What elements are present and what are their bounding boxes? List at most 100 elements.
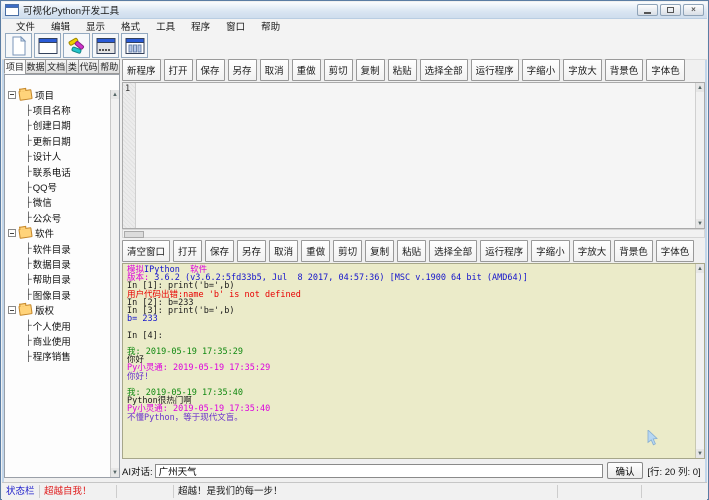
font-color-button[interactable]: 字体色 bbox=[646, 59, 685, 81]
tab-data[interactable]: 数据 bbox=[25, 59, 46, 74]
new-file-tool-button[interactable] bbox=[5, 33, 32, 58]
scroll-up-icon[interactable]: ▲ bbox=[111, 90, 119, 99]
ipython-console[interactable]: 模拟IPython 软件版本: 3.6.2 (v3.6.2:5fd33b5, J… bbox=[122, 263, 705, 459]
undo-button[interactable]: 取消 bbox=[260, 59, 289, 81]
markers-tool-button[interactable] bbox=[63, 33, 90, 58]
collapse-icon[interactable] bbox=[8, 229, 16, 237]
tree-item[interactable]: 联系电话 bbox=[8, 164, 109, 179]
minimize-button[interactable] bbox=[637, 4, 658, 16]
clear-window-button[interactable]: 清空窗口 bbox=[122, 240, 170, 262]
editor-hscrollbar[interactable] bbox=[122, 229, 705, 238]
hscroll-thumb[interactable] bbox=[124, 231, 144, 238]
copy-button[interactable]: 复制 bbox=[365, 240, 394, 262]
table-window-tool-button[interactable] bbox=[121, 33, 148, 58]
menu-help[interactable]: 帮助 bbox=[253, 19, 288, 33]
redo-button[interactable]: 重做 bbox=[292, 59, 321, 81]
scroll-down-icon[interactable]: ▼ bbox=[696, 449, 704, 458]
tree-item[interactable]: 商业使用 bbox=[8, 333, 109, 348]
undo-button[interactable]: 取消 bbox=[269, 240, 298, 262]
tree-scrollbar[interactable]: ▲ ▼ bbox=[110, 90, 119, 477]
menu-file[interactable]: 文件 bbox=[8, 19, 43, 33]
tree-item[interactable]: 项目名称 bbox=[8, 102, 109, 117]
tree-item[interactable]: 公众号 bbox=[8, 210, 109, 225]
menu-view[interactable]: 显示 bbox=[78, 19, 113, 33]
menu-program[interactable]: 程序 bbox=[183, 19, 218, 33]
menu-window[interactable]: 窗口 bbox=[218, 19, 253, 33]
scroll-up-icon[interactable]: ▲ bbox=[696, 83, 704, 92]
tree-item[interactable]: 个人使用 bbox=[8, 318, 109, 333]
title-bar[interactable]: 可视化Python开发工具 × bbox=[2, 2, 707, 19]
background-color-button[interactable]: 背景色 bbox=[614, 240, 653, 262]
redo-button[interactable]: 重做 bbox=[301, 240, 330, 262]
menu-tools[interactable]: 工具 bbox=[148, 19, 183, 33]
ai-dialog-input[interactable] bbox=[155, 464, 603, 478]
mouse-cursor-icon bbox=[647, 430, 661, 446]
tab-help[interactable]: 帮助 bbox=[98, 59, 120, 74]
font-color-button[interactable]: 字体色 bbox=[656, 240, 695, 262]
menu-edit[interactable]: 编辑 bbox=[43, 19, 78, 33]
tree-node-software[interactable]: 软件 bbox=[8, 226, 109, 241]
tree-item[interactable]: 微信 bbox=[8, 195, 109, 210]
project-tree-area[interactable]: 项目项目名称创建日期更新日期设计人联系电话QQ号微信公众号软件软件目录数据目录帮… bbox=[4, 74, 120, 478]
console-window-tool-button[interactable] bbox=[92, 33, 119, 58]
font-smaller-button[interactable]: 字缩小 bbox=[522, 59, 561, 81]
paste-button[interactable]: 粘贴 bbox=[388, 59, 417, 81]
menu-format[interactable]: 格式 bbox=[113, 19, 148, 33]
save-button[interactable]: 保存 bbox=[196, 59, 225, 81]
run-program-button[interactable]: 运行程序 bbox=[471, 59, 519, 81]
tree-node-project[interactable]: 项目 bbox=[8, 87, 109, 102]
background-color-button[interactable]: 背景色 bbox=[605, 59, 644, 81]
save-as-button[interactable]: 另存 bbox=[237, 240, 266, 262]
close-button[interactable]: × bbox=[683, 4, 704, 16]
status-cell-5 bbox=[558, 485, 642, 498]
tab-code[interactable]: 代码 bbox=[78, 59, 99, 74]
tree-item[interactable]: 设计人 bbox=[8, 149, 109, 164]
window-icon bbox=[38, 37, 58, 55]
close-icon: × bbox=[691, 6, 696, 14]
window-tool-button[interactable] bbox=[34, 33, 61, 58]
tab-class[interactable]: 类 bbox=[66, 59, 78, 74]
editor-scrollbar[interactable]: ▲ ▼ bbox=[695, 83, 704, 228]
tree-item[interactable]: 创建日期 bbox=[8, 118, 109, 133]
tree-item[interactable]: 图像目录 bbox=[8, 287, 109, 302]
select-all-button[interactable]: 选择全部 bbox=[420, 59, 468, 81]
tree-item[interactable]: 程序销售 bbox=[8, 349, 109, 364]
save-as-button[interactable]: 另存 bbox=[228, 59, 257, 81]
select-all-button[interactable]: 选择全部 bbox=[429, 240, 477, 262]
confirm-button[interactable]: 确认 bbox=[607, 462, 643, 479]
font-larger-button[interactable]: 字放大 bbox=[563, 59, 602, 81]
tree-item[interactable]: QQ号 bbox=[8, 179, 109, 194]
window-title: 可视化Python开发工具 bbox=[23, 3, 635, 17]
tree-item[interactable]: 更新日期 bbox=[8, 133, 109, 148]
console-text-segment: 我: 2019-05-19 17:35:29 bbox=[127, 347, 243, 357]
collapse-icon[interactable] bbox=[8, 91, 16, 99]
code-editor[interactable]: 1 ▲ ▼ bbox=[122, 82, 705, 229]
status-cell-4: 超越！是我们的每一步！ bbox=[174, 485, 558, 498]
cut-button[interactable]: 剪切 bbox=[324, 59, 353, 81]
tab-document[interactable]: 文档 bbox=[45, 59, 66, 74]
font-smaller-button[interactable]: 字缩小 bbox=[531, 240, 570, 262]
tree-node-label: 版权 bbox=[35, 303, 54, 317]
open-button[interactable]: 打开 bbox=[173, 240, 202, 262]
console-scrollbar[interactable]: ▲ ▼ bbox=[695, 264, 704, 458]
tree-item[interactable]: 数据目录 bbox=[8, 256, 109, 271]
cut-button[interactable]: 剪切 bbox=[333, 240, 362, 262]
tree-item[interactable]: 帮助目录 bbox=[8, 272, 109, 287]
maximize-button[interactable] bbox=[660, 4, 681, 16]
collapse-icon[interactable] bbox=[8, 306, 16, 314]
scroll-up-icon[interactable]: ▲ bbox=[696, 264, 704, 273]
copy-button[interactable]: 复制 bbox=[356, 59, 385, 81]
console-line: 我: 2019-05-19 17:35:29 bbox=[127, 348, 692, 356]
save-button[interactable]: 保存 bbox=[205, 240, 234, 262]
open-button[interactable]: 打开 bbox=[164, 59, 193, 81]
tree-item[interactable]: 软件目录 bbox=[8, 241, 109, 256]
font-larger-button[interactable]: 字放大 bbox=[573, 240, 612, 262]
new-program-button[interactable]: 新程序 bbox=[122, 59, 161, 81]
scroll-down-icon[interactable]: ▼ bbox=[111, 468, 119, 477]
paste-button[interactable]: 粘贴 bbox=[397, 240, 426, 262]
scroll-down-icon[interactable]: ▼ bbox=[696, 219, 704, 228]
tab-project[interactable]: 项目 bbox=[4, 59, 25, 74]
menu-bar: 文件编辑显示格式工具程序窗口帮助 bbox=[2, 19, 707, 32]
tree-node-copyright[interactable]: 版权 bbox=[8, 302, 109, 317]
run-program-button[interactable]: 运行程序 bbox=[480, 240, 528, 262]
